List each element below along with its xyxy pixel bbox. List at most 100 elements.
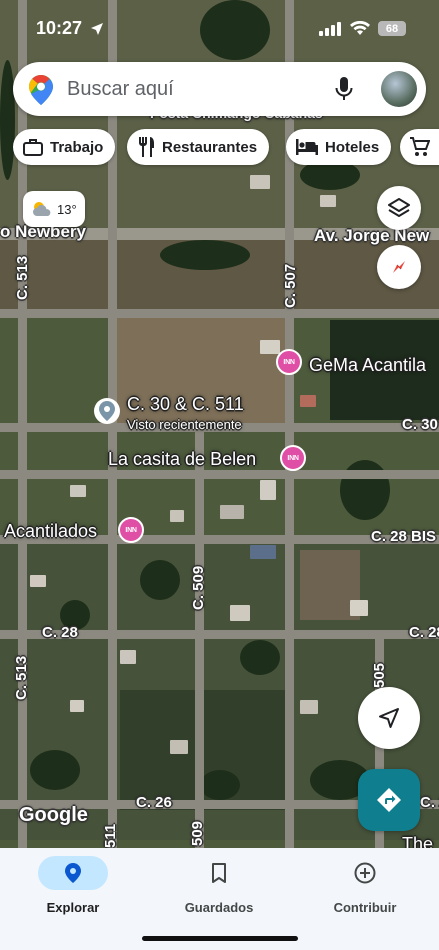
- building: [250, 175, 270, 189]
- nav-icon-wrap: [330, 856, 400, 890]
- bookmark-icon: [212, 863, 226, 883]
- building: [350, 600, 368, 616]
- building: [320, 195, 336, 207]
- profile-avatar[interactable]: [381, 71, 417, 107]
- briefcase-icon: [23, 139, 43, 156]
- building: [170, 510, 184, 522]
- road: [285, 0, 294, 848]
- nav-icon-wrap: [184, 856, 254, 890]
- home-indicator: [142, 936, 298, 941]
- hotel-icon: [296, 139, 318, 155]
- building: [300, 700, 318, 714]
- status-time: 10:27: [36, 18, 83, 38]
- location-arrow-icon: [91, 23, 103, 35]
- google-watermark: Google: [19, 804, 88, 826]
- place-label-recent[interactable]: C. 30 & C. 511: [127, 394, 244, 415]
- partly-cloudy-icon: [33, 202, 51, 216]
- place-label-casita[interactable]: La casita de Belen: [108, 449, 256, 470]
- directions-icon: [377, 788, 401, 812]
- street-label: C. 509: [190, 565, 207, 610]
- building: [260, 340, 280, 354]
- chip-label: Restaurantes: [162, 138, 258, 156]
- place-label-acantilados[interactable]: Acantilados: [4, 521, 97, 542]
- street-label: C. 30: [402, 416, 438, 433]
- building: [70, 700, 84, 712]
- building: [300, 395, 316, 407]
- weather-temp: 13°: [57, 201, 77, 217]
- road: [195, 430, 204, 848]
- directions-button[interactable]: [358, 769, 420, 831]
- recent-location-pin[interactable]: [94, 398, 120, 424]
- hotel-pin-icon[interactable]: INN: [280, 445, 306, 471]
- google-maps-logo-icon: [29, 75, 53, 105]
- cellular-signal-icon: [319, 22, 341, 36]
- street-label: C. 507: [282, 263, 299, 308]
- chip-label: Trabajo: [50, 138, 104, 156]
- nav-label: Explorar: [46, 900, 100, 915]
- restaurant-icon: [139, 137, 154, 157]
- bottom-navigation: Explorar Guardados Contribuir: [0, 848, 439, 950]
- layers-icon: [388, 198, 410, 217]
- place-sublabel-recent: Visto recientemente: [127, 417, 242, 432]
- search-placeholder[interactable]: Buscar aquí: [67, 78, 174, 101]
- building: [220, 505, 244, 519]
- search-bar[interactable]: Buscar aquí: [13, 62, 426, 116]
- navigation-arrow-icon: [379, 708, 399, 728]
- chip-hoteles[interactable]: Hoteles: [286, 129, 392, 165]
- chip-trabajo[interactable]: Trabajo: [13, 129, 116, 165]
- weather-badge[interactable]: 13°: [23, 191, 85, 227]
- status-bar: 10:27 68: [0, 0, 439, 56]
- building: [230, 605, 250, 621]
- chip-restaurantes[interactable]: Restaurantes: [127, 129, 270, 165]
- road: [108, 0, 117, 848]
- tree-cluster: [30, 750, 80, 790]
- wifi-icon: [350, 21, 370, 35]
- cart-icon: [410, 137, 430, 156]
- street-label: C. 28: [409, 624, 439, 641]
- street-label: Av. Jorge New: [314, 226, 430, 245]
- nav-label: Guardados: [184, 900, 254, 915]
- nav-guardados[interactable]: Guardados: [146, 856, 292, 915]
- nav-icon-wrap: [38, 856, 108, 890]
- chip-label: Hoteles: [325, 138, 380, 156]
- road: [0, 470, 439, 479]
- microphone-icon[interactable]: [335, 77, 353, 101]
- street-label: C. 2: [420, 794, 439, 811]
- battery-icon: 68: [378, 21, 406, 36]
- place-label-the[interactable]: The: [402, 834, 433, 848]
- street-label: C. 28: [42, 624, 78, 641]
- nav-contribuir[interactable]: Contribuir: [292, 856, 438, 915]
- street-label: C. 28 BIS: [371, 528, 437, 545]
- building: [70, 485, 86, 497]
- building: [120, 650, 136, 664]
- compass-icon: [393, 261, 405, 273]
- tree-cluster: [240, 640, 280, 675]
- building: [260, 480, 276, 500]
- street-label: C. 513: [14, 255, 31, 300]
- street-label: C. 513: [13, 655, 30, 700]
- hotel-pin-icon[interactable]: INN: [276, 349, 302, 375]
- tree-cluster: [0, 60, 15, 180]
- building: [170, 740, 188, 754]
- street-label: 509: [189, 820, 206, 846]
- tree-cluster: [200, 770, 240, 800]
- tree-cluster: [140, 560, 180, 600]
- layers-button[interactable]: [377, 186, 421, 230]
- place-label-gema[interactable]: GeMa Acantila: [309, 355, 426, 376]
- building: [30, 575, 46, 587]
- road: [18, 0, 27, 848]
- hotel-pin-icon[interactable]: INN: [118, 517, 144, 543]
- compass-button[interactable]: [377, 245, 421, 289]
- tree-cluster: [340, 460, 390, 520]
- tree-cluster: [160, 240, 250, 270]
- building: [250, 545, 276, 559]
- street-label: 511: [102, 823, 119, 848]
- my-location-button[interactable]: [358, 687, 420, 749]
- chip-compras[interactable]: [400, 129, 439, 165]
- battery-level: 68: [385, 22, 399, 35]
- nav-label: Contribuir: [333, 900, 397, 915]
- add-circle-icon: [354, 862, 376, 884]
- nav-explorar[interactable]: Explorar: [0, 856, 146, 915]
- location-pin-icon: [99, 401, 115, 421]
- street-label: C. 26: [136, 794, 172, 811]
